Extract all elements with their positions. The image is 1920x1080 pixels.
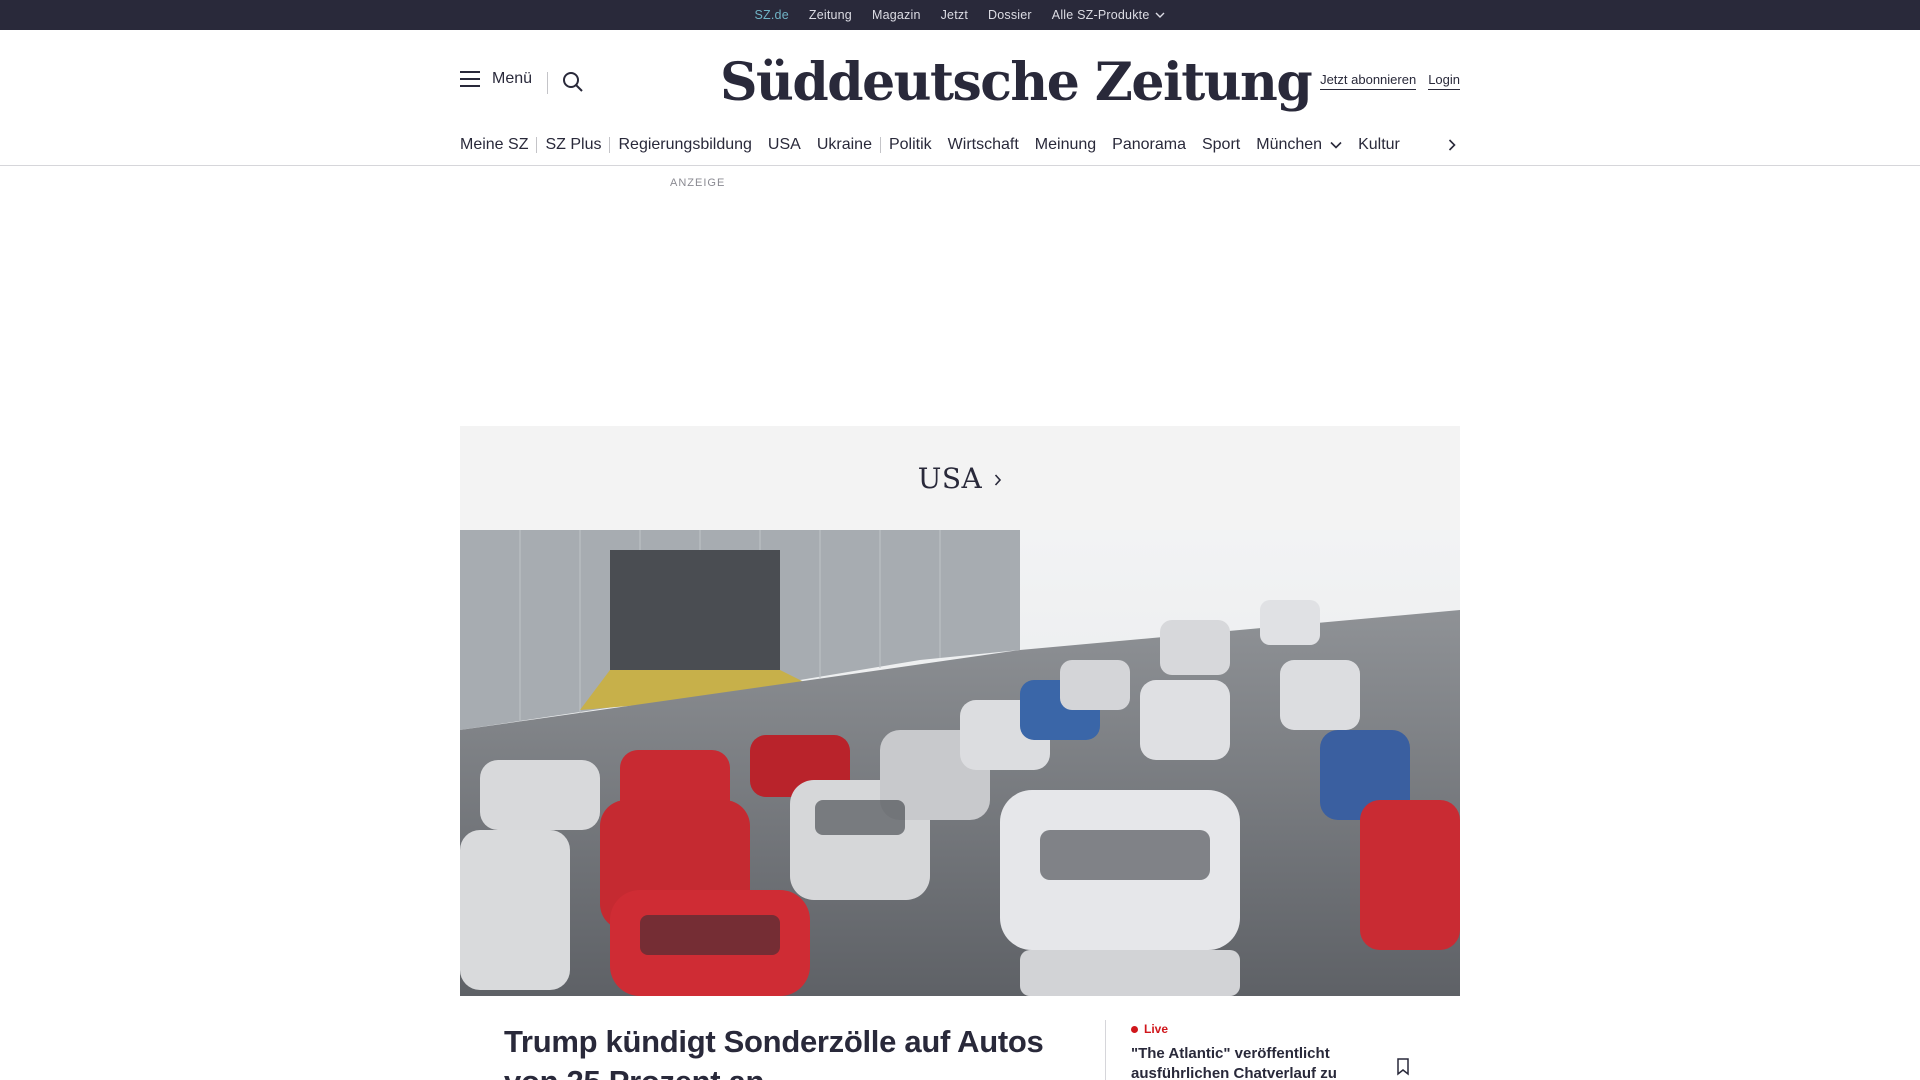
card-divider	[1105, 1020, 1106, 1080]
live-badge: Live	[1131, 1022, 1168, 1036]
hero-image[interactable]	[460, 530, 1460, 996]
subscribe-link[interactable]: Jetzt abonnieren	[1320, 72, 1417, 90]
nav-item-politik[interactable]: Politik	[881, 136, 940, 154]
nav-item-wirtschaft[interactable]: Wirtschaft	[940, 136, 1027, 154]
nav-scroll-right-button[interactable]	[1448, 130, 1464, 160]
nav-item-meine-sz[interactable]: Meine SZ	[460, 137, 538, 153]
all-products-label: Alle SZ-Produkte	[1051, 8, 1150, 22]
header-divider	[547, 72, 548, 94]
live-teaser-text[interactable]: "The Atlantic" veröffentlicht ausführlic…	[1131, 1044, 1351, 1080]
nav-item-ukraine[interactable]: Ukraine	[809, 137, 881, 153]
nav-item-muenchen-label: München	[1256, 136, 1323, 153]
menu-label: Menü	[492, 70, 533, 87]
nav-item-kultur[interactable]: Kultur	[1350, 136, 1408, 154]
hamburger-icon	[460, 71, 480, 87]
nav-item-panorama[interactable]: Panorama	[1104, 136, 1194, 154]
nav-item-usa[interactable]: USA	[760, 136, 809, 154]
section-header[interactable]: USA	[460, 426, 1460, 530]
teaser-card: Trump kündigt Sonderzölle auf Autos von …	[480, 996, 1440, 1080]
chevron-down-icon	[1330, 141, 1342, 149]
top-bar: SZ.de Zeitung Magazin Jetzt Dossier Alle…	[0, 0, 1920, 33]
topbar-all-products[interactable]: Alle SZ-Produkte	[1052, 8, 1166, 22]
live-dot-icon	[1131, 1025, 1138, 1033]
nav-item-muenchen[interactable]: München	[1248, 136, 1350, 154]
site-logo[interactable]: Süddeutsche Zeitung	[720, 48, 1313, 118]
live-label: Live	[1144, 1022, 1169, 1036]
nav-item-meinung[interactable]: Meinung	[1027, 136, 1104, 154]
bookmark-icon[interactable]	[1396, 1058, 1410, 1076]
nav-item-sz-plus[interactable]: SZ Plus	[537, 137, 611, 153]
topbar-link-szde[interactable]: SZ.de	[755, 8, 789, 33]
nav-item-sport[interactable]: Sport	[1194, 136, 1248, 154]
topbar-link-magazin[interactable]: Magazin	[872, 8, 921, 22]
topbar-link-zeitung[interactable]: Zeitung	[809, 8, 852, 22]
menu-button[interactable]: Menü	[460, 70, 532, 88]
chevron-right-icon	[995, 474, 1002, 486]
main-nav: Meine SZ SZ Plus Regierungsbildung USA U…	[460, 130, 1460, 160]
section-title: USA	[917, 461, 983, 495]
topbar-link-jetzt[interactable]: Jetzt	[941, 8, 968, 22]
ad-label: ANZEIGE	[670, 177, 726, 189]
site-header: Menü Süddeutsche Zeitung Jetzt abonniere…	[0, 30, 1920, 166]
nav-item-regierungsbildung[interactable]: Regierungsbildung	[610, 136, 759, 154]
login-link[interactable]: Login	[1428, 72, 1460, 90]
teaser-headline[interactable]: Trump kündigt Sonderzölle auf Autos von …	[504, 1022, 1084, 1080]
search-icon[interactable]	[561, 70, 585, 94]
chevron-right-icon	[1448, 139, 1456, 151]
topbar-link-dossier[interactable]: Dossier	[988, 8, 1032, 22]
chevron-down-icon	[1155, 12, 1165, 18]
